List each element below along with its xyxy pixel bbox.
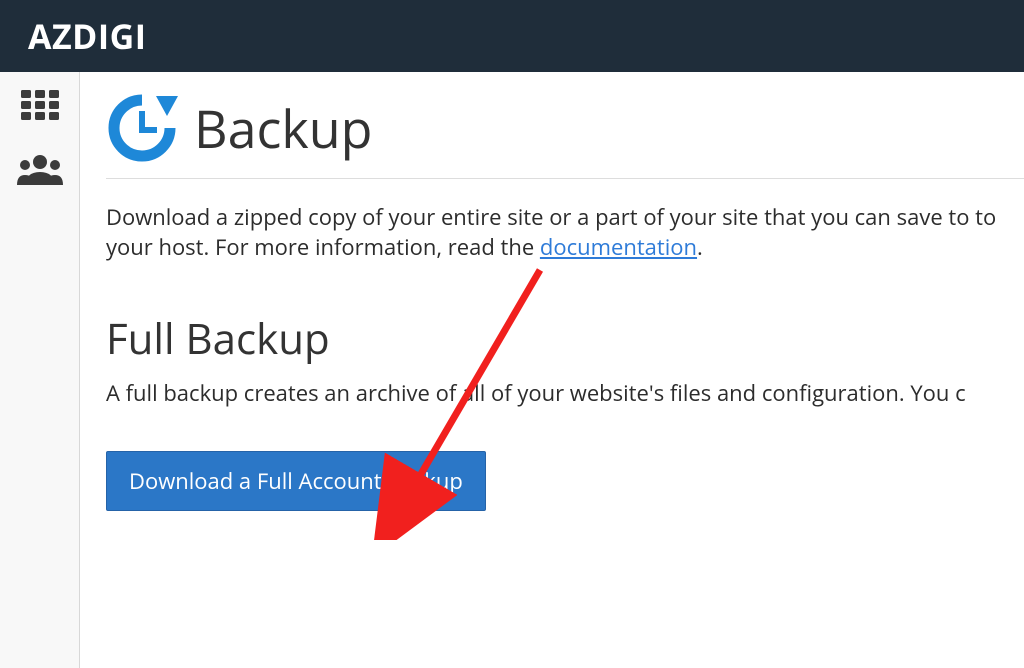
- description-text-post: .: [697, 232, 703, 262]
- page-title: Backup: [194, 93, 372, 164]
- app-header: AZDIGI: [0, 0, 1024, 72]
- users-icon: [17, 153, 63, 190]
- apps-grid-icon: [21, 90, 59, 125]
- main-layout: Backup Download a zipped copy of your en…: [0, 72, 1024, 668]
- main-content: Backup Download a zipped copy of your en…: [80, 72, 1024, 668]
- brand-logo: AZDIGI: [28, 13, 146, 59]
- backup-clock-icon: [106, 92, 178, 164]
- page-description: Download a zipped copy of your entire si…: [106, 203, 1024, 262]
- section-title-full-backup: Full Backup: [106, 310, 1024, 367]
- documentation-link[interactable]: documentation: [540, 232, 697, 262]
- sidebar-item-users[interactable]: [17, 153, 63, 190]
- section-description: A full backup creates an archive of all …: [106, 379, 1024, 409]
- download-full-backup-button[interactable]: Download a Full Account Backup: [106, 451, 486, 511]
- sidebar: [0, 72, 80, 668]
- divider: [106, 178, 1024, 179]
- page-title-row: Backup: [106, 92, 1024, 164]
- sidebar-item-apps[interactable]: [21, 90, 59, 125]
